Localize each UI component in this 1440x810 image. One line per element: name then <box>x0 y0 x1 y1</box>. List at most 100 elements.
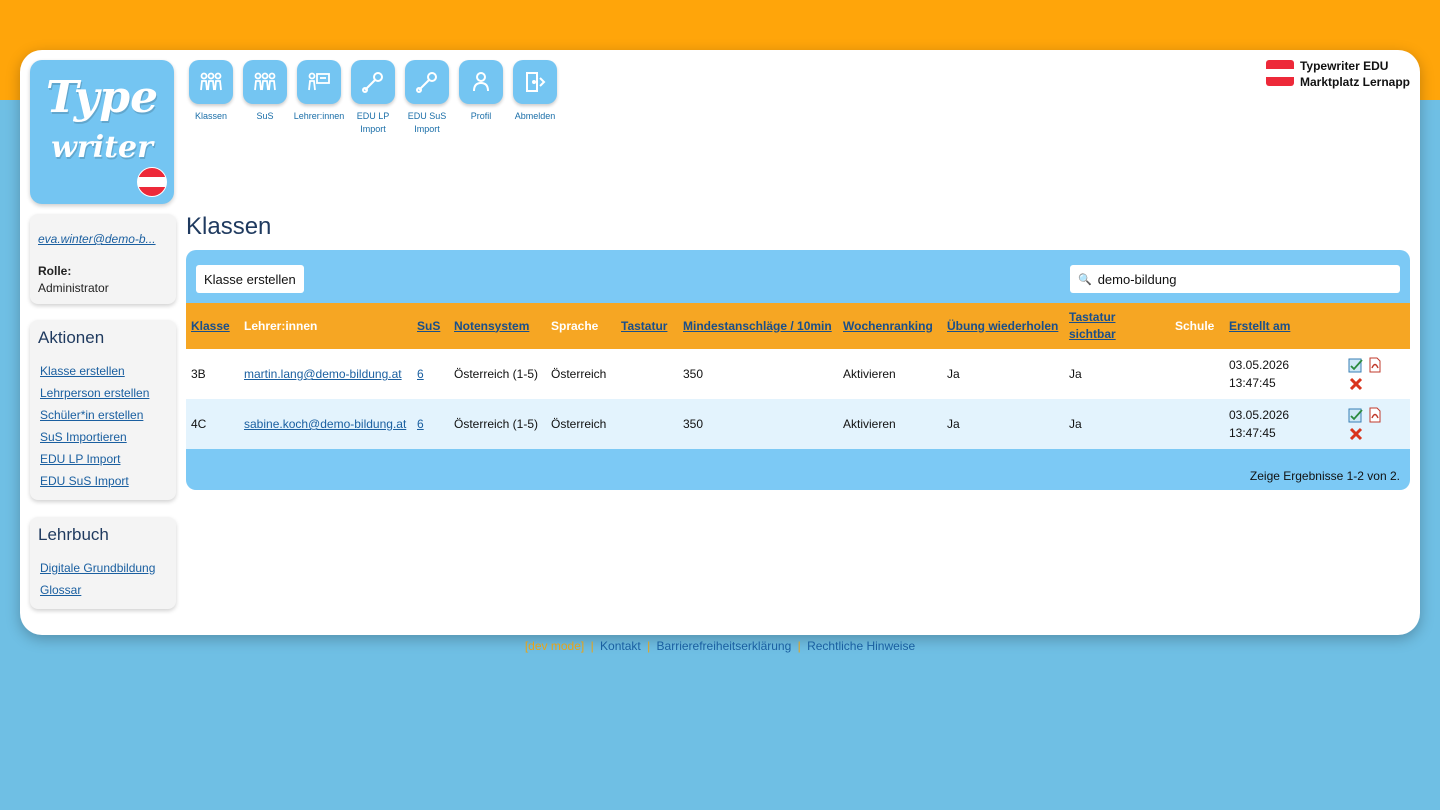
brand-line2: Marktplatz Lernapp <box>1299 75 1410 89</box>
footer-separator: | <box>647 639 651 653</box>
logout-icon[interactable] <box>513 60 557 104</box>
lehrbuch-box: Lehrbuch Digitale Grundbildung Glossar <box>30 517 176 609</box>
footer-link-rechtliche-hinweise[interactable]: Rechtliche Hinweise <box>807 639 915 653</box>
footer-separator: | <box>797 639 801 653</box>
action-link-sus-importieren[interactable]: SuS Importieren <box>40 430 168 444</box>
action-link-klasse-erstellen[interactable]: Klasse erstellen <box>40 364 168 378</box>
cell-tastatur-sichtbar: Ja <box>1069 367 1082 381</box>
footer-link-kontakt[interactable]: Kontakt <box>600 639 641 653</box>
sort-sus[interactable]: SuS <box>417 319 440 333</box>
wrench-icon[interactable] <box>351 60 395 104</box>
wrench-icon[interactable] <box>405 60 449 104</box>
sort-mindestanschlaege[interactable]: Mindestanschläge / 10min <box>683 319 832 333</box>
cell-notensystem: Österreich (1-5) <box>454 367 539 381</box>
user-box: eva.winter@demo-b... Rolle: Administrato… <box>30 214 176 304</box>
people-icon[interactable] <box>243 60 287 104</box>
cell-schule <box>1170 349 1224 399</box>
sort-tastatur-sichtbar[interactable]: Tastatur sichtbar <box>1069 310 1116 341</box>
role-value: Administrator <box>38 281 109 295</box>
footer-separator: | <box>590 639 594 653</box>
klassen-table: Klasse Lehrer:innen SuS Notensystem Spra… <box>186 303 1410 449</box>
person-icon[interactable] <box>459 60 503 104</box>
teacher-icon[interactable] <box>297 60 341 104</box>
cell-uebung: Ja <box>947 417 960 431</box>
sus-count-link[interactable]: 6 <box>417 417 424 431</box>
logo-line1: Type <box>45 72 159 123</box>
people-icon[interactable] <box>189 60 233 104</box>
footer-link-barrierefreiheit[interactable]: Barrierefreiheitserklärung <box>657 639 792 653</box>
search-input[interactable] <box>1097 271 1378 287</box>
main-card: Type writer Klassen SuS Lehrer:innen EDU… <box>20 50 1420 635</box>
sort-uebung-wiederholen[interactable]: Übung wiederholen <box>947 319 1058 333</box>
pdf-icon[interactable] <box>1367 407 1383 423</box>
brand-line1: Typewriter EDU <box>1299 59 1389 73</box>
sort-tastatur[interactable]: Tastatur <box>621 319 667 333</box>
nav-edu-lp-import[interactable]: EDU LP Import <box>346 60 400 136</box>
nav-label: SuS <box>256 111 274 121</box>
role-label: Rolle: <box>38 264 72 278</box>
app-logo[interactable]: Type writer <box>30 60 174 204</box>
edit-icon[interactable] <box>1348 407 1364 423</box>
nav-label: EDU SuS Import <box>407 111 447 134</box>
delete-icon[interactable] <box>1348 426 1364 442</box>
logo-line2: writer <box>51 130 153 165</box>
nav-sus[interactable]: SuS <box>238 60 292 136</box>
cell-tastatur-sichtbar: Ja <box>1069 417 1082 431</box>
cell-klasse: 3B <box>191 367 206 381</box>
top-nav: Klassen SuS Lehrer:innen EDU LP Import E… <box>184 60 562 136</box>
austria-flag-icon <box>1265 60 1294 86</box>
search-box[interactable]: 🔍 <box>1070 265 1400 293</box>
header-actions <box>1343 303 1410 349</box>
cell-tastatur <box>616 349 678 399</box>
cell-sprache: Österreich <box>551 417 607 431</box>
user-email-link[interactable]: eva.winter@demo-b... <box>38 232 156 246</box>
cell-klasse: 4C <box>191 417 207 431</box>
cell-mindestanschlaege: 350 <box>683 367 704 381</box>
action-link-edu-sus-import[interactable]: EDU SuS Import <box>40 474 168 488</box>
sort-erstellt-am[interactable]: Erstellt am <box>1229 319 1290 333</box>
actions-box: Aktionen Klasse erstellen Lehrperson ers… <box>30 320 176 500</box>
cell-wochenranking: Aktivieren <box>843 417 896 431</box>
page-title: Klassen <box>186 213 272 240</box>
nav-profil[interactable]: Profil <box>454 60 508 136</box>
cell-wochenranking: Aktivieren <box>843 367 896 381</box>
cell-erstellt: 03.05.2026 13:47:45 <box>1229 408 1290 440</box>
cell-schule <box>1170 399 1224 449</box>
delete-icon[interactable] <box>1348 376 1364 392</box>
sort-klasse[interactable]: Klasse <box>191 319 230 333</box>
footer: [dev mode] | Kontakt | Barrierefreiheits… <box>0 639 1440 653</box>
lehrbuch-title: Lehrbuch <box>38 525 109 544</box>
sus-count-link[interactable]: 6 <box>417 367 424 381</box>
brand-logo[interactable]: Typewriter EDU Marktplatz Lernapp <box>1265 58 1410 90</box>
action-link-edu-lp-import[interactable]: EDU LP Import <box>40 452 168 466</box>
action-link-schueler-erstellen[interactable]: Schüler*in erstellen <box>40 408 168 422</box>
nav-label: Abmelden <box>514 111 556 121</box>
header-lehrer: Lehrer:innen <box>244 318 318 333</box>
nav-label: Profil <box>470 111 492 121</box>
table-row: 3B martin.lang@demo-bildung.at 6 Österre… <box>186 349 1410 399</box>
teacher-email-link[interactable]: sabine.koch@demo-bildung.at <box>244 417 406 431</box>
nav-edu-sus-import[interactable]: EDU SuS Import <box>400 60 454 136</box>
actions-title: Aktionen <box>38 328 105 347</box>
book-link-glossar[interactable]: Glossar <box>40 583 168 597</box>
pdf-icon[interactable] <box>1367 357 1383 373</box>
nav-label: Lehrer:innen <box>293 111 345 121</box>
nav-lehrerinnen[interactable]: Lehrer:innen <box>292 60 346 136</box>
nav-klassen[interactable]: Klassen <box>184 60 238 136</box>
action-link-lehrperson-erstellen[interactable]: Lehrperson erstellen <box>40 386 168 400</box>
teacher-email-link[interactable]: martin.lang@demo-bildung.at <box>244 367 402 381</box>
sort-wochenranking[interactable]: Wochenranking <box>843 319 933 333</box>
table-header-row: Klasse Lehrer:innen SuS Notensystem Spra… <box>186 303 1410 349</box>
nav-abmelden[interactable]: Abmelden <box>508 60 562 136</box>
results-summary: Zeige Ergebnisse 1-2 von 2. <box>1249 469 1400 483</box>
cell-uebung: Ja <box>947 367 960 381</box>
sort-notensystem[interactable]: Notensystem <box>454 319 529 333</box>
nav-label: EDU LP Import <box>356 111 390 134</box>
cell-sprache: Österreich <box>551 367 607 381</box>
cell-notensystem: Österreich (1-5) <box>454 417 539 431</box>
book-link-digitale-grundbildung[interactable]: Digitale Grundbildung <box>40 561 168 575</box>
edit-icon[interactable] <box>1348 357 1364 373</box>
cell-tastatur <box>616 399 678 449</box>
create-class-button[interactable]: Klasse erstellen <box>196 265 304 293</box>
nav-label: Klassen <box>194 111 228 121</box>
